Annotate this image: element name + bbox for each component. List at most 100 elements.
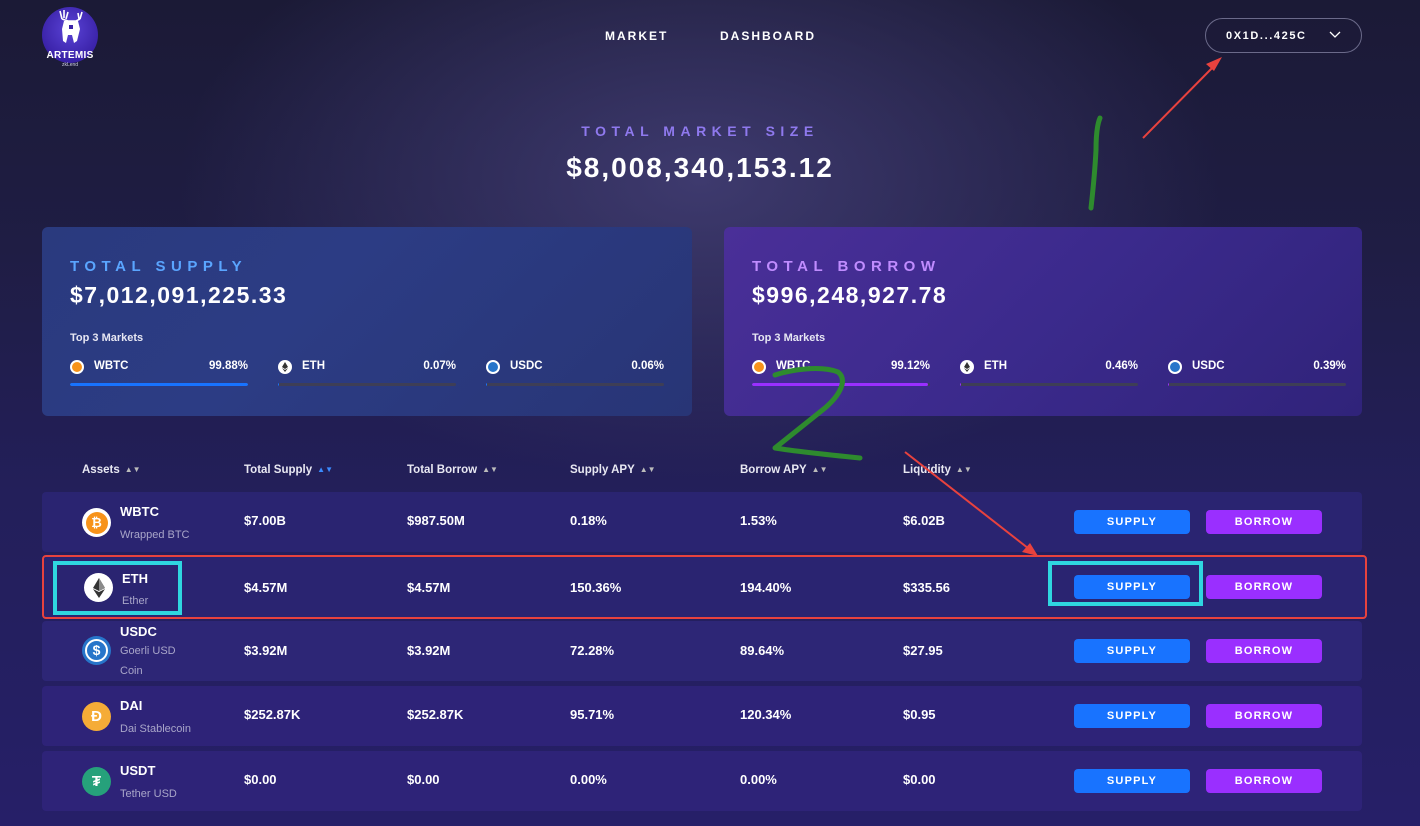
asset-symbol: USDT — [120, 763, 156, 778]
top-markets-label: Top 3 Markets — [70, 332, 144, 344]
market-name: USDC — [1192, 360, 1225, 372]
market-name: WBTC — [94, 360, 129, 372]
borrow-apy-value: 89.64% — [740, 643, 785, 658]
bitcoin-icon: ₿ — [82, 508, 111, 537]
borrow-apy-value: 0.00% — [740, 772, 777, 787]
progress-bar — [278, 383, 456, 386]
supply-apy-value: 150.36% — [570, 580, 622, 595]
column-header-liquidity[interactable]: Liquidity ▲▼ — [903, 464, 972, 476]
top-market-usdc: USDC 0.06% — [486, 357, 664, 387]
table-row-dai[interactable]: Đ DAI Dai Stablecoin $252.87K $252.87K 9… — [42, 686, 1362, 746]
progress-bar — [752, 383, 930, 386]
asset-symbol: ETH — [122, 571, 148, 586]
wallet-address: 0X1D...425C — [1226, 29, 1307, 42]
table-row-usdt[interactable]: ₮ USDT Tether USD $0.00 $0.00 0.00% 0.00… — [42, 751, 1362, 811]
total-borrow-value: $252.87K — [407, 707, 464, 722]
logo-text: ARTEMIS — [46, 50, 94, 61]
total-supply-value: $7.00B — [244, 513, 286, 528]
eth-icon — [278, 360, 292, 374]
progress-fill — [278, 383, 279, 386]
table-row-usdc[interactable]: $ USDC Goerli USD Coin $3.92M $3.92M 72.… — [42, 621, 1362, 681]
market-pct: 0.39% — [1313, 360, 1346, 372]
card-value: $7,012,091,225.33 — [70, 282, 288, 308]
market-pct: 0.06% — [631, 360, 664, 372]
tether-icon: ₮ — [82, 767, 111, 796]
progress-fill — [486, 383, 487, 386]
column-header-assets[interactable]: Assets ▲▼ — [82, 464, 141, 476]
asset-symbol: USDC — [120, 624, 157, 639]
sort-icon: ▲▼ — [955, 465, 972, 474]
market-size-value: $8,008,340,153.12 — [566, 152, 834, 183]
asset-name: Tether USD — [120, 788, 177, 800]
market-pct: 0.07% — [423, 360, 456, 372]
top-markets-label: Top 3 Markets — [752, 332, 826, 344]
top-market-wbtc: WBTC 99.12% — [752, 357, 930, 387]
market-pct: 0.46% — [1105, 360, 1138, 372]
market-name: WBTC — [776, 360, 811, 372]
total-supply-value: $252.87K — [244, 707, 301, 722]
progress-fill — [752, 383, 929, 386]
progress-fill — [960, 383, 961, 386]
progress-bar — [70, 383, 248, 386]
supply-button[interactable]: SUPPLY — [1074, 769, 1190, 793]
asset-name: Goerli USD Coin — [120, 645, 176, 677]
usdc-coin-icon: $ — [82, 636, 111, 665]
total-supply-value: $3.92M — [244, 643, 288, 658]
borrow-button[interactable]: BORROW — [1206, 575, 1322, 599]
borrow-button[interactable]: BORROW — [1206, 510, 1322, 534]
liquidity-value: $335.56 — [903, 580, 950, 595]
wallet-button[interactable]: 0X1D...425C — [1205, 18, 1362, 53]
supply-button[interactable]: SUPPLY — [1074, 575, 1190, 599]
wbtc-icon — [752, 360, 766, 374]
column-header-total-borrow[interactable]: Total Borrow ▲▼ — [407, 464, 498, 476]
header-label: Total Borrow — [407, 464, 478, 476]
column-header-supply-apy[interactable]: Supply APY ▲▼ — [570, 464, 656, 476]
supply-button[interactable]: SUPPLY — [1074, 704, 1190, 728]
nav-dashboard[interactable]: DASHBOARD — [720, 29, 816, 43]
total-borrow-card: TOTAL BORROW $996,248,927.78 Top 3 Marke… — [724, 227, 1362, 416]
borrow-button[interactable]: BORROW — [1206, 704, 1322, 728]
card-title: TOTAL SUPPLY — [70, 258, 248, 275]
column-header-total-supply[interactable]: Total Supply ▲▼ — [244, 464, 333, 476]
liquidity-value: $0.00 — [903, 772, 936, 787]
progress-bar — [486, 383, 664, 386]
asset-name: Wrapped BTC — [120, 529, 190, 541]
supply-apy-value: 0.18% — [570, 513, 607, 528]
supply-button[interactable]: SUPPLY — [1074, 510, 1190, 534]
total-supply-card: TOTAL SUPPLY $7,012,091,225.33 Top 3 Mar… — [42, 227, 692, 416]
progress-bar — [1168, 383, 1346, 386]
sort-active-icon: ▲▼ — [317, 465, 333, 474]
header-label: Liquidity — [903, 464, 951, 476]
wbtc-icon — [70, 360, 84, 374]
market-name: ETH — [302, 360, 325, 372]
market-pct: 99.88% — [208, 360, 248, 372]
eth-icon — [960, 360, 974, 374]
table-row-wbtc[interactable]: ₿ WBTC Wrapped BTC $7.00B $987.50M 0.18%… — [42, 492, 1362, 552]
market-pct: 99.12% — [890, 360, 930, 372]
header-label: Borrow APY — [740, 464, 807, 476]
asset-name: Ether — [122, 595, 149, 607]
total-supply-value: $0.00 — [244, 772, 277, 787]
ethereum-icon — [84, 573, 113, 602]
supply-button[interactable]: SUPPLY — [1074, 639, 1190, 663]
progress-fill — [70, 383, 248, 386]
column-header-borrow-apy[interactable]: Borrow APY ▲▼ — [740, 464, 828, 476]
nav-market[interactable]: MARKET — [605, 29, 668, 43]
card-value: $996,248,927.78 — [752, 282, 948, 308]
total-borrow-value: $0.00 — [407, 772, 440, 787]
asset-symbol: DAI — [120, 698, 143, 713]
total-borrow-value: $987.50M — [407, 513, 465, 528]
market-size-label: TOTAL MARKET SIZE — [581, 123, 819, 139]
top-market-eth: ETH 0.07% — [278, 357, 456, 387]
artemis-logo[interactable]: ARTEMIS zkLend — [42, 7, 98, 69]
top-market-eth: ETH 0.46% — [960, 357, 1138, 387]
borrow-button[interactable]: BORROW — [1206, 639, 1322, 663]
top-market-usdc: USDC 0.39% — [1168, 357, 1346, 387]
total-supply-value: $4.57M — [244, 580, 288, 595]
usdc-icon — [1168, 360, 1182, 374]
asset-name: Dai Stablecoin — [120, 723, 191, 735]
borrow-apy-value: 1.53% — [740, 513, 777, 528]
header-label: Supply APY — [570, 464, 635, 476]
table-row-eth[interactable]: ETH Ether $4.57M $4.57M 150.36% 194.40% … — [42, 555, 1367, 619]
borrow-button[interactable]: BORROW — [1206, 769, 1322, 793]
